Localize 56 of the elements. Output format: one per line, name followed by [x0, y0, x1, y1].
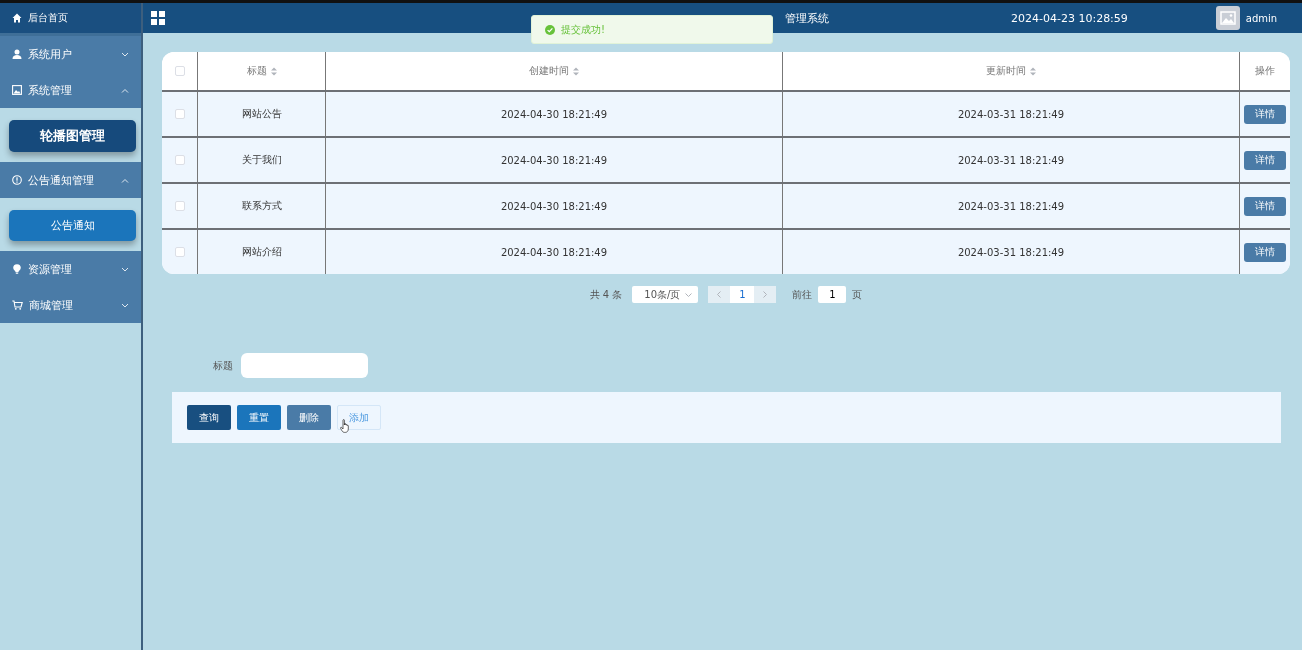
menu-item[interactable]: 商城管理 [0, 287, 141, 323]
goto-suffix: 页 [852, 287, 863, 302]
submenu-item[interactable]: 轮播图管理 [9, 120, 136, 152]
user-icon [12, 49, 22, 59]
menu-item[interactable]: 资源管理 [0, 251, 141, 287]
pin-icon [12, 264, 22, 274]
chevron-down-icon [121, 266, 129, 272]
image-icon [12, 85, 22, 95]
action-button[interactable]: 添加 [337, 405, 381, 430]
action-button[interactable]: 删除 [287, 405, 331, 430]
menu-item[interactable]: 系统管理 [0, 72, 141, 108]
checkbox[interactable] [174, 66, 185, 76]
user-name[interactable]: admin [1245, 12, 1278, 24]
menu-item[interactable]: 后台首页 [0, 3, 141, 36]
title-search-field[interactable] [241, 353, 368, 378]
table-cell: 2024-04-30 18:21:49 [325, 230, 782, 274]
chevron-up-icon [121, 177, 129, 183]
menu-item[interactable]: 公告通知管理 [0, 162, 141, 198]
chevron-down-icon [121, 51, 129, 57]
detail-button[interactable]: 详情 [1244, 150, 1286, 170]
avatar-icon[interactable] [1215, 6, 1240, 30]
action-button[interactable]: 查询 [187, 405, 231, 430]
home-icon [12, 13, 22, 23]
table-cell: 网站介绍 [197, 230, 325, 274]
hand-cursor-icon [340, 419, 350, 433]
cart-icon [12, 300, 23, 310]
checkbox[interactable] [174, 109, 185, 119]
check-icon [545, 24, 555, 35]
chevron-up-icon [121, 87, 129, 93]
table-cell: 2024-03-31 18:21:49 [782, 230, 1239, 274]
checkbox[interactable] [174, 201, 185, 211]
goto-page-field[interactable]: 1 [818, 286, 847, 303]
checkbox[interactable] [174, 247, 185, 257]
checkbox[interactable] [174, 155, 185, 165]
detail-button[interactable]: 详情 [1244, 104, 1286, 124]
grid-icon[interactable] [151, 11, 165, 25]
detail-button[interactable]: 详情 [1244, 196, 1286, 216]
page-size-select[interactable]: 10条/页 [632, 286, 699, 303]
submenu-item[interactable]: 公告通知 [9, 210, 136, 241]
toast-message: 提交成功! [561, 22, 605, 37]
app-title: 管理系统 [785, 10, 830, 26]
info-icon [12, 175, 22, 185]
chevron-down-icon [121, 302, 129, 308]
action-button[interactable]: 重置 [237, 405, 281, 430]
chevron-left-icon [717, 291, 722, 298]
goto-label: 前往 [792, 287, 813, 302]
menu-item[interactable]: 系统用户 [0, 36, 141, 72]
next-page-button[interactable] [754, 286, 777, 303]
page-number[interactable]: 1 [730, 286, 755, 303]
search-label: 标题 [213, 358, 233, 373]
chevron-down-icon [685, 292, 693, 297]
chevron-right-icon [763, 291, 768, 298]
detail-button[interactable]: 详情 [1244, 242, 1286, 262]
prev-page-button[interactable] [708, 286, 731, 303]
total-count: 共 4 条 [589, 287, 623, 302]
datetime: 2024-04-23 10:28:59 [1011, 11, 1128, 25]
